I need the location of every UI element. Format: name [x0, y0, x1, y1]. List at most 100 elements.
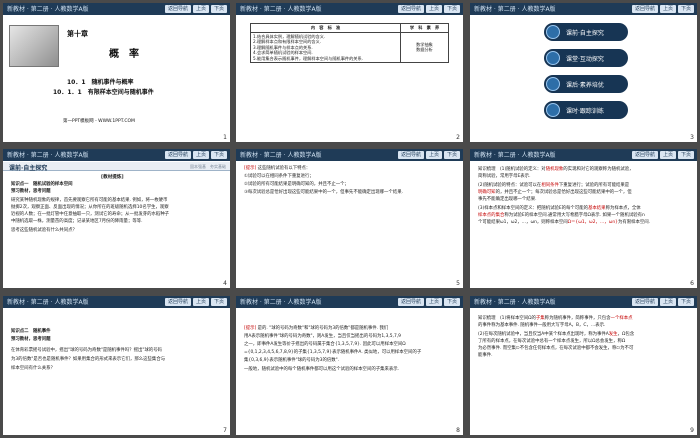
next-page-button[interactable]: 下页	[677, 151, 694, 159]
body-text: 在体育彩票摇号试验中，摇出"球的号码为奇数"是随机事件吗？摇出"球的号码	[11, 348, 162, 353]
prev-page-button[interactable]: 上页	[659, 5, 676, 13]
hint-text: ③每次试验总是恰好出现这些可能结果中的一个，但事先不能确定出现哪一个结果.	[244, 190, 404, 195]
menu-item-after-class[interactable]: 课后·素养培优	[544, 75, 628, 93]
fill-answer: 子集	[535, 316, 545, 321]
slide-thumbnail-7[interactable]: 新教材 · 第二册 · 人教数学A版 返回导航 上页 下页 知识点二 随机事件 …	[3, 296, 230, 435]
hint-text: 一般地，随机试验中的每个随机事件都可以用这个试验的样本空间的子集来表示.	[244, 367, 400, 372]
prev-page-button[interactable]: 上页	[192, 151, 209, 159]
knowledge-point-title: 知识点二 随机事件	[11, 329, 51, 334]
hint-text: ①试验可以在相同条件下重复进行；	[244, 174, 314, 179]
slide-thumbnail-8[interactable]: 新教材 · 第二册 · 人教数学A版 返回导航 上页 下页 [提示] 是的. "…	[236, 296, 463, 435]
page-number: 2	[456, 134, 460, 141]
next-page-button[interactable]: 下页	[443, 5, 460, 13]
body-text: 研究某种随机现象的规律，首先要观察它所有可能的基本结果. 例如，将一枚硬币	[11, 198, 168, 203]
table-header-content: 内 容 标 准	[250, 23, 401, 33]
next-page-button[interactable]: 下页	[677, 298, 694, 306]
textbook-label: [教材提炼]	[101, 175, 124, 180]
back-nav-button[interactable]: 返回导航	[397, 151, 424, 159]
back-nav-button[interactable]: 返回导航	[397, 298, 424, 306]
menu-circle-icon	[546, 103, 560, 117]
summary-text: 的实现和对它的观察称为随机试验，	[563, 167, 634, 172]
brand-label: 新教材 · 第二册 · 人教数学A版	[7, 299, 89, 306]
knowledge-point-title: 知识点一 随机试验的样本空间	[11, 182, 73, 187]
back-nav-button[interactable]: 返回导航	[631, 151, 658, 159]
table-header-literacy: 学 科 素 养	[400, 23, 449, 33]
prev-page-button[interactable]: 上页	[425, 5, 442, 13]
summary-text: (2)随机试验的特点：试验可以在	[478, 183, 542, 188]
menu-circle-icon	[546, 77, 560, 91]
slide-toolbar: 新教材 · 第二册 · 人教数学A版 返回导航 上页 下页	[236, 296, 463, 308]
menu-item-label: 课前·自主探究	[566, 30, 604, 37]
slide-thumbnail-2[interactable]: 新教材 · 第二册 · 人教数学A版 返回导航 上页 下页 内 容 标 准 学 …	[236, 3, 463, 142]
brand-label: 新教材 · 第二册 · 人教数学A版	[240, 299, 322, 306]
menu-circle-icon	[546, 25, 560, 39]
prev-page-button[interactable]: 上页	[192, 298, 209, 306]
summary-text: 称为随机事件，简称事件，只包含	[544, 316, 611, 321]
menu-item-in-class[interactable]: 课堂·互动探究	[544, 49, 628, 67]
brand-label: 新教材 · 第二册 · 人教数学A版	[7, 152, 89, 159]
slide-thumbnail-4[interactable]: 新教材 · 第二册 · 人教数学A版 返回导航 上页 下页 课前·自主探究 固本强…	[3, 149, 230, 288]
prev-page-button[interactable]: 上页	[425, 151, 442, 159]
prev-page-button[interactable]: 上页	[425, 298, 442, 306]
menu-circle-icon	[546, 51, 560, 65]
back-nav-button[interactable]: 返回导航	[164, 298, 191, 306]
back-nav-button[interactable]: 返回导航	[631, 298, 658, 306]
next-page-button[interactable]: 下页	[210, 298, 227, 306]
slide-thumbnail-6[interactable]: 新教材 · 第二册 · 人教数学A版 返回导航 上页 下页 知识梳理 (1)随机…	[470, 149, 697, 288]
slide-thumbnail-1[interactable]: 新教材 · 第二册 · 人教数学A版 返回导航 上页 下页 第十章 概 率 10…	[3, 3, 230, 142]
back-nav-button[interactable]: 返回导航	[164, 5, 191, 13]
menu-item-practice[interactable]: 课时·跟踪训练	[544, 101, 628, 119]
slide-thumbnail-3[interactable]: 新教材 · 第二册 · 人教数学A版 返回导航 上页 下页 课前·自主探究 课堂…	[470, 3, 697, 142]
summary-text: 的，并且不止一个；每次试验总是恰好出现这些可能结果中的一个，但	[495, 190, 632, 195]
next-page-button[interactable]: 下页	[210, 151, 227, 159]
back-nav-button[interactable]: 返回导航	[397, 5, 424, 13]
body-text: 近视的人数；在一批灯管中任意抽取一只，测试它的寿命；从一批发芽的水稻种子	[11, 212, 170, 217]
preview-prompt: 预习教材，思考问题	[11, 189, 51, 194]
summary-line: 知识梳理 (1)将样本空间Ω的子集称为随机事件，简称事件，只包含一个样本点	[478, 316, 689, 322]
preview-prompt: 预习教材，思考问题	[11, 337, 51, 342]
section-header: 课前·自主探究 固本强基 夯实基础	[3, 162, 230, 172]
prev-page-button[interactable]: 上页	[659, 151, 676, 159]
page-number: 3	[690, 134, 694, 141]
slide-thumbnail-9[interactable]: 新教材 · 第二册 · 人教数学A版 返回导航 上页 下页 知识梳理 (1)将样…	[470, 296, 697, 435]
summary-text: 为有限样本空间.	[617, 220, 651, 225]
page-number: 9	[690, 427, 694, 434]
brand-label: 新教材 · 第二册 · 人教数学A版	[474, 299, 556, 306]
hint-label: [提示]	[244, 166, 257, 171]
cover-sketch-image	[9, 25, 59, 67]
slide-thumbnail-5[interactable]: 新教材 · 第二册 · 人教数学A版 返回导航 上页 下页 [提示] 这些随机试…	[236, 149, 463, 288]
menu-item-pre-class[interactable]: 课前·自主探究	[544, 23, 628, 41]
back-nav-button[interactable]: 返回导航	[164, 151, 191, 159]
hint-text: ②试验的所有可能结果是明确可知的，并且不止一个；	[244, 182, 349, 187]
menu-item-label: 课堂·互动探究	[566, 56, 604, 63]
hint-text: ={0,1,2,3,4,5,6,7,8,9}的子集{1,3,5,7,9}表示随机…	[244, 350, 422, 355]
page-number: 4	[223, 280, 227, 287]
fill-answer: Ω＝{ω1，ω2，…，ωn}	[567, 220, 618, 225]
back-nav-button[interactable]: 返回导航	[631, 5, 658, 13]
summary-text: 简称试验，常用字母E表示.	[478, 174, 531, 179]
prev-page-button[interactable]: 上页	[659, 298, 676, 306]
hint-line: [提示] 是的. "球的号码为奇数"和"球的号码为3的倍数"都是随机事件. 我们	[244, 326, 455, 332]
summary-line: 个可能结果ω1，ω2，…，ωn，则称样本空间Ω＝{ω1，ω2，…，ωn}为有限样…	[478, 220, 689, 226]
next-page-button[interactable]: 下页	[443, 151, 460, 159]
body-text: 中随机选取一株，测量苗的高度；记录某地区7月份的降雨量；等等.	[11, 219, 143, 224]
page-number: 1	[223, 134, 227, 141]
slide-toolbar: 新教材 · 第二册 · 人教数学A版 返回导航 上页 下页	[236, 3, 463, 15]
slide-toolbar: 新教材 · 第二册 · 人教数学A版 返回导航 上页 下页	[3, 296, 230, 308]
literacy-cell: 数学抽象 数据分析	[400, 31, 449, 63]
brand-label: 新教材 · 第二册 · 人教数学A版	[474, 152, 556, 159]
menu-item-label: 课时·跟踪训练	[566, 108, 604, 115]
section-tag: 固本强基 夯实基础	[190, 164, 226, 169]
next-page-button[interactable]: 下页	[677, 5, 694, 13]
section-title-1: 10．1 随机事件与概率	[67, 79, 134, 86]
page-number: 6	[690, 280, 694, 287]
page-number: 5	[456, 280, 460, 287]
prev-page-button[interactable]: 上页	[192, 5, 209, 13]
summary-text: 能事件.	[478, 353, 493, 358]
slide-toolbar: 新教材 · 第二册 · 人教数学A版 返回导航 上页 下页	[3, 149, 230, 161]
next-page-button[interactable]: 下页	[210, 5, 227, 13]
next-page-button[interactable]: 下页	[443, 298, 460, 306]
question-text: 思考这些随机试验有什么共同点？	[11, 228, 77, 233]
summary-line: (2)在每次随机试验中，当且仅当A中某个样本点出现时，称为事件A发生，Ω包含	[478, 332, 689, 338]
slide-toolbar: 新教材 · 第二册 · 人教数学A版 返回导航 上页 下页	[236, 149, 463, 161]
